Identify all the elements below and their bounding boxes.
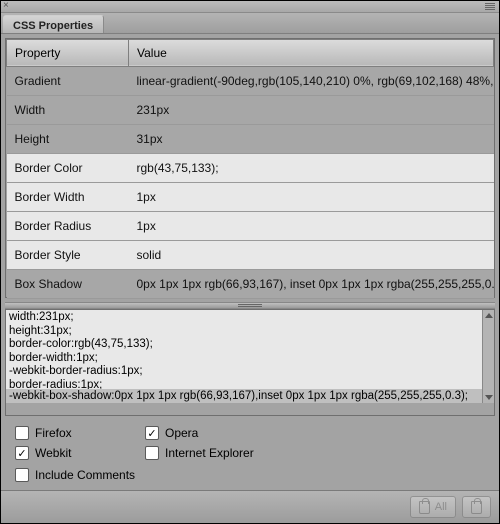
table-row[interactable]: Border Stylesolid	[7, 240, 494, 269]
property-name: Border Color	[7, 153, 129, 182]
copy-button[interactable]	[462, 496, 491, 518]
bottom-bar: All	[1, 490, 499, 523]
property-value: linear-gradient(-90deg,rgb(105,140,210) …	[129, 66, 494, 95]
col-value[interactable]: Value	[129, 39, 494, 66]
table-row[interactable]: Gradientlinear-gradient(-90deg,rgb(105,1…	[7, 66, 494, 95]
copy-all-button[interactable]: All	[410, 496, 456, 518]
property-value: 1px	[129, 182, 494, 211]
tab-css-properties[interactable]: CSS Properties	[3, 15, 104, 33]
css-output[interactable]	[6, 310, 482, 401]
label-opera: Opera	[165, 426, 198, 440]
table-row[interactable]: Border Radius1px	[7, 211, 494, 240]
table-row[interactable]: Border Width1px	[7, 182, 494, 211]
copy-all-label: All	[435, 501, 447, 513]
property-value: 231px	[129, 95, 494, 124]
clipboard-icon	[471, 501, 482, 514]
checkbox-firefox[interactable]	[15, 426, 29, 440]
css-output-wrap: -webkit-box-shadow:0px 1px 1px rgb(66,93…	[5, 309, 495, 416]
checkbox-ie[interactable]	[145, 446, 159, 460]
browser-checkboxes: Firefox ✓ Opera ✓ Webkit Internet Explor…	[1, 420, 499, 468]
property-name: Border Width	[7, 182, 129, 211]
properties-table-wrap: Property Value Gradientlinear-gradient(-…	[5, 38, 495, 298]
property-name: Gradient	[7, 66, 129, 95]
property-value: 1px	[129, 211, 494, 240]
checkbox-include-comments[interactable]	[15, 468, 29, 482]
splitter-handle[interactable]	[5, 302, 495, 310]
close-icon[interactable]: ×	[3, 0, 9, 11]
property-value: rgb(43,75,133);	[129, 153, 494, 182]
label-ie: Internet Explorer	[165, 446, 254, 460]
table-row[interactable]: Border Colorrgb(43,75,133);	[7, 153, 494, 182]
scrollbar-vertical[interactable]	[482, 310, 494, 403]
col-property[interactable]: Property	[7, 39, 129, 66]
property-value: 0px 1px 1px rgb(66,93,167), inset 0px 1p…	[129, 269, 494, 298]
tab-bar: CSS Properties	[1, 13, 499, 34]
property-name: Border Style	[7, 240, 129, 269]
checkbox-webkit[interactable]: ✓	[15, 446, 29, 460]
checkbox-opera[interactable]: ✓	[145, 426, 159, 440]
label-webkit: Webkit	[35, 446, 71, 460]
table-row[interactable]: Height31px	[7, 124, 494, 153]
label-include-comments: Include Comments	[35, 468, 135, 482]
panel-top-strip: ×	[1, 1, 499, 13]
panel-menu-icon[interactable]	[485, 3, 495, 11]
property-name: Box Shadow	[7, 269, 129, 298]
table-row[interactable]: Box Shadow0px 1px 1px rgb(66,93,167), in…	[7, 269, 494, 298]
property-value: solid	[129, 240, 494, 269]
property-value: 31px	[129, 124, 494, 153]
css-output-highlight[interactable]: -webkit-box-shadow:0px 1px 1px rgb(66,93…	[6, 389, 482, 403]
property-name: Height	[7, 124, 129, 153]
label-firefox: Firefox	[35, 426, 72, 440]
clipboard-icon	[419, 501, 430, 514]
include-comments-row: Include Comments	[1, 468, 499, 490]
property-name: Border Radius	[7, 211, 129, 240]
properties-table: Property Value Gradientlinear-gradient(-…	[6, 39, 494, 299]
css-properties-panel: × CSS Properties Property Value Gradient…	[0, 0, 500, 524]
property-name: Width	[7, 95, 129, 124]
table-row[interactable]: Width231px	[7, 95, 494, 124]
